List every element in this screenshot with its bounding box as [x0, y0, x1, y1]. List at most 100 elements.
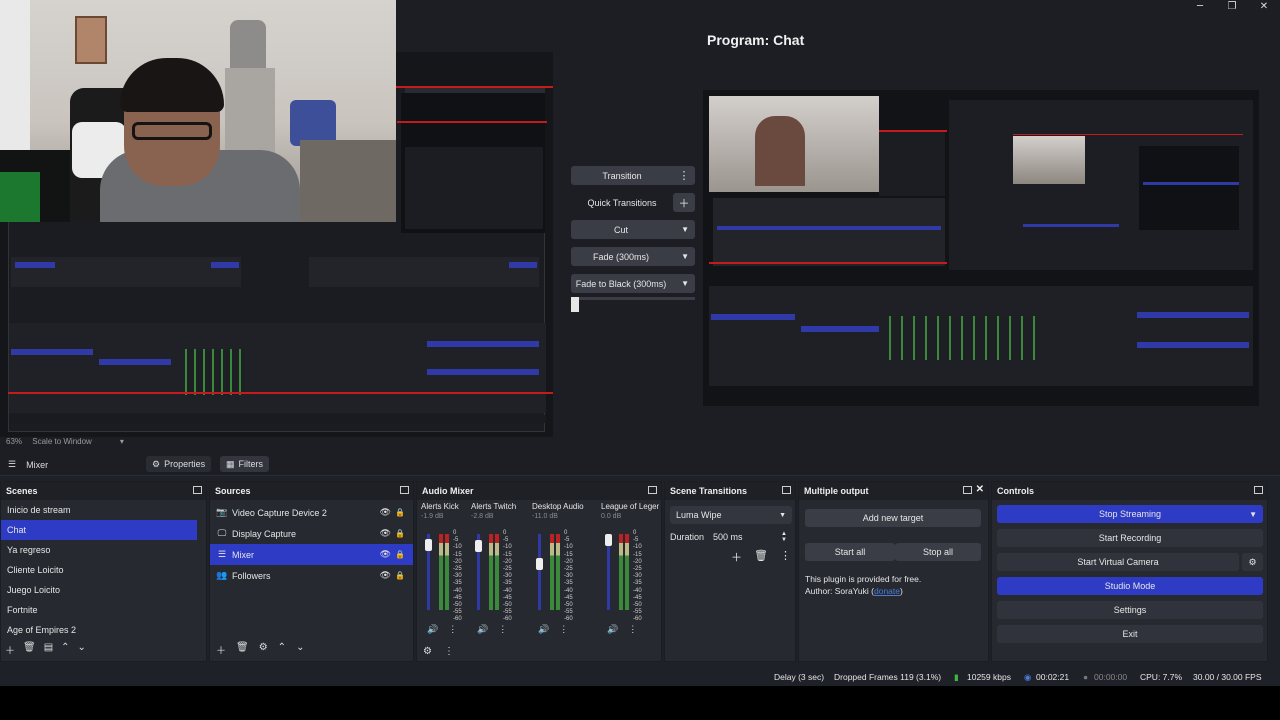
speaker-icon[interactable]: 🔊 [427, 624, 438, 635]
close-window-button[interactable]: ✕ [1248, 0, 1280, 14]
channel-menu-icon[interactable]: ⋮ [628, 624, 637, 635]
stop-streaming-button[interactable]: Stop Streaming ▼ [997, 505, 1263, 523]
duration-stepper-icon[interactable]: ▲ ▼ [781, 531, 787, 543]
audio-level-meter [619, 534, 623, 610]
add-scene-icon[interactable]: ＋ [5, 642, 15, 657]
add-source-icon[interactable]: ＋ [216, 642, 226, 657]
channel-menu-icon[interactable]: ⋮ [559, 624, 568, 635]
filter-icon[interactable]: ▤ [44, 642, 53, 657]
undock-icon[interactable] [1254, 486, 1263, 494]
transition-menu-icon[interactable]: ⋮ [673, 166, 695, 185]
mixer-menu-icon[interactable]: ⋮ [444, 646, 454, 657]
minimize-button[interactable]: ─ [1184, 0, 1216, 14]
quick-transition-fade[interactable]: Fade (300ms) ▼ [571, 247, 695, 266]
volume-fader-handle[interactable] [475, 540, 482, 553]
volume-fader-handle[interactable] [425, 539, 432, 552]
advanced-audio-icon[interactable]: ⚙ [423, 646, 432, 657]
exit-button[interactable]: Exit [997, 625, 1263, 643]
transition-select[interactable]: Luma Wipe ▼ [670, 506, 792, 524]
undock-icon[interactable] [400, 486, 409, 494]
settings-button[interactable]: Settings [997, 601, 1263, 619]
audio-mixer-dock-title: Audio Mixer [417, 482, 661, 500]
lock-icon[interactable]: 🔒 [395, 508, 405, 517]
trash-icon[interactable]: 🗑 [236, 642, 249, 657]
visibility-eye-icon[interactable]: 👁 [380, 507, 391, 518]
lock-icon[interactable]: 🔒 [395, 571, 405, 580]
virtual-camera-settings-button[interactable]: ⚙ [1242, 553, 1263, 571]
move-down-icon[interactable]: ⌄ [296, 642, 304, 657]
scene-item[interactable]: Chat [1, 520, 197, 540]
duration-input[interactable]: 500 ms ▲ ▼ [709, 528, 791, 546]
undock-icon[interactable] [963, 486, 972, 494]
cpu-usage: CPU: 7.7% [1140, 672, 1183, 682]
scene-item[interactable]: Inicio de stream [1, 500, 197, 520]
visibility-eye-icon[interactable]: 👁 [380, 549, 391, 560]
speaker-icon[interactable]: 🔊 [607, 624, 618, 635]
move-up-icon[interactable]: ⌃ [61, 642, 69, 657]
scene-item[interactable]: Fortnite [1, 600, 197, 620]
meter-scale: 0 -5 -10 -15 -20 -25 -30 -35 -40 -45 -50… [633, 530, 642, 623]
studio-mode-button[interactable]: Studio Mode [997, 577, 1263, 595]
speaker-icon[interactable]: 🔊 [477, 624, 488, 635]
lock-icon[interactable]: 🔒 [395, 550, 405, 559]
bitrate-icon: ▮ [954, 672, 959, 682]
move-down-icon[interactable]: ⌄ [78, 642, 86, 657]
donate-link[interactable]: donate [874, 586, 900, 596]
start-all-button[interactable]: Start all [805, 543, 895, 561]
volume-fader-handle[interactable] [536, 558, 543, 571]
channel-menu-icon[interactable]: ⋮ [448, 624, 457, 635]
add-transition-icon[interactable]: ＋ [731, 549, 742, 565]
stop-all-button[interactable]: Stop all [895, 543, 981, 561]
speaker-icon[interactable]: 🔊 [538, 624, 549, 635]
trash-icon[interactable]: 🗑 [754, 549, 768, 565]
author-line: Author: SoraYuki (donate) [805, 585, 921, 597]
scene-item[interactable]: Cliente Loicito [1, 560, 197, 580]
mixer-toolbar: ⚙ ⋮ [423, 646, 454, 657]
scene-item[interactable]: Age of Empires 2 [1, 620, 197, 640]
scale-mode-dropdown[interactable]: Scale to Window ▾ [32, 437, 124, 446]
chevron-down-icon[interactable]: ▼ [1249, 510, 1257, 519]
transition-button[interactable]: Transition ⋮ [571, 166, 695, 185]
properties-button[interactable]: ⚙ Properties [146, 456, 212, 472]
close-icon[interactable]: ✕ [976, 484, 984, 495]
quick-transition-cut[interactable]: Cut ▼ [571, 220, 695, 239]
scale-mode-label: Scale to Window [32, 437, 92, 446]
scene-item[interactable]: Ya regreso [1, 540, 197, 560]
scene-list: Inicio de stream Chat Ya regreso Cliente Lo… [1, 500, 206, 640]
start-virtual-camera-button[interactable]: Start Virtual Camera [997, 553, 1239, 571]
source-item[interactable]: 📷 Video Capture Device 2 👁 🔒 [210, 502, 413, 523]
trash-icon[interactable]: 🗑 [23, 642, 36, 657]
filters-button[interactable]: ▦ Filters [220, 456, 270, 472]
maximize-button[interactable]: ❐ [1216, 0, 1248, 14]
add-new-target-button[interactable]: Add new target [805, 509, 981, 527]
quick-transition-fade-black[interactable]: Fade to Black (300ms) ▼ [571, 274, 695, 293]
scene-item-label: Chat [7, 525, 27, 535]
undock-icon[interactable] [193, 486, 202, 494]
duration-label: Duration [670, 532, 705, 542]
channel-menu-icon[interactable]: ⋮ [498, 624, 507, 635]
undock-icon[interactable] [648, 486, 657, 494]
move-up-icon[interactable]: ⌃ [278, 642, 286, 657]
transition-slider-handle[interactable] [571, 297, 579, 312]
visibility-eye-icon[interactable]: 👁 [380, 528, 391, 539]
recording-icon: ● [1083, 672, 1089, 682]
source-item[interactable]: 👥 Followers 👁 🔒 [210, 565, 413, 586]
transition-menu-icon[interactable]: ⋮ [780, 549, 791, 565]
source-item[interactable]: ☰ Mixer 👁 🔒 [210, 544, 413, 565]
volume-fader-track[interactable] [538, 534, 541, 610]
gear-icon: ⚙ [152, 458, 161, 469]
scenes-dock: Scenes Inicio de stream Chat Ya regreso Cli… [0, 481, 207, 662]
undock-icon[interactable] [782, 486, 791, 494]
transition-actions: ＋ 🗑 ⋮ [731, 549, 791, 565]
volume-fader-handle[interactable] [605, 534, 612, 546]
gear-icon[interactable]: ⚙ [259, 642, 268, 657]
scene-item[interactable]: Juego Loicito [1, 580, 197, 600]
add-quick-transition-icon[interactable]: ＋ [673, 193, 695, 212]
lock-icon[interactable]: 🔒 [395, 529, 405, 538]
source-item[interactable]: 🖵 Display Capture 👁 🔒 [210, 523, 413, 544]
multiple-output-dock: Multiple output ✕ Add new target Start a… [798, 481, 989, 662]
visibility-eye-icon[interactable]: 👁 [380, 570, 391, 581]
transition-slider-track[interactable] [571, 297, 695, 300]
sources-toolbar: ＋ 🗑 ⚙ ⌃ ⌄ [216, 642, 304, 657]
start-recording-button[interactable]: Start Recording [997, 529, 1263, 547]
